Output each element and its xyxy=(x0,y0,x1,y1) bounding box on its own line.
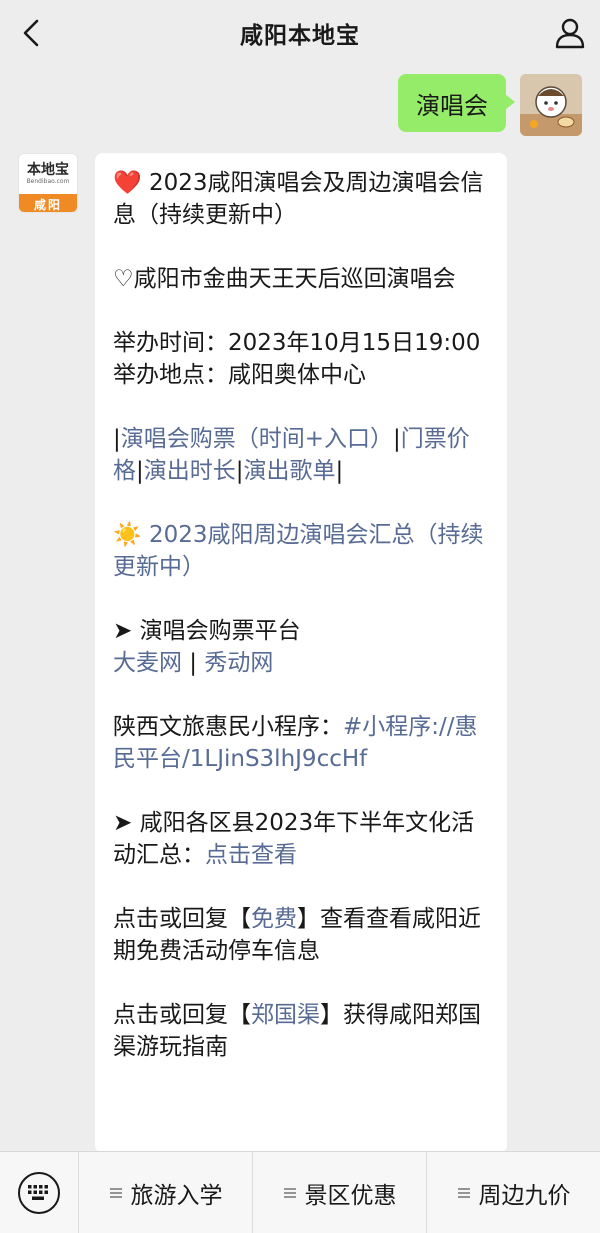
zhengguoqu-link[interactable]: 郑国渠 xyxy=(251,1002,320,1028)
miniapp-row: 陕西文旅惠民小程序：#小程序://惠民平台/1LJinS3lhJ9ccHf xyxy=(113,711,489,775)
platform-title: ➤ 演唱会购票平台 xyxy=(113,618,301,644)
menu-item-hpv-vaccine[interactable]: 周边九价 xyxy=(426,1151,600,1233)
logo-city: 咸阳 xyxy=(19,194,77,212)
concert-name: ♡咸阳市金曲天王天后巡回演唱会 xyxy=(113,266,456,292)
separator: | xyxy=(235,458,244,484)
songs-link[interactable]: 演出歌单 xyxy=(244,458,336,484)
miniapp-label: 陕西文旅惠民小程序： xyxy=(113,714,343,740)
back-button[interactable] xyxy=(14,16,48,50)
menu-item-label: 旅游入学 xyxy=(130,1182,223,1209)
menu-lines-icon xyxy=(457,1186,471,1200)
separator: | xyxy=(136,458,144,484)
person-icon xyxy=(555,18,585,49)
user-message-bubble[interactable]: 演唱会 xyxy=(398,74,515,132)
message-title: ❤️ 2023咸阳演唱会及周边演唱会信息（持续更新中） xyxy=(113,167,489,231)
menu-item-label: 景区优惠 xyxy=(304,1182,397,1209)
keyboard-icon xyxy=(18,1171,60,1214)
districts-link[interactable]: 点击查看 xyxy=(205,842,297,868)
logo-brand: 本地宝 xyxy=(27,162,69,178)
districts-row: ➤ 咸阳各区县2023年下半年文化活动汇总：点击查看 xyxy=(113,807,489,871)
summary-link[interactable]: 2023咸阳周边演唱会汇总（持续更新中） xyxy=(113,522,484,580)
ticket-platforms: ➤ 演唱会购票平台 大麦网 | 秀动网 xyxy=(113,615,489,679)
menu-item-label: 周边九价 xyxy=(478,1182,571,1209)
cartoon-avatar-icon xyxy=(520,74,582,136)
message-title-text: 2023咸阳演唱会及周边演唱会信息（持续更新中） xyxy=(113,170,484,228)
menu-lines-icon xyxy=(283,1186,297,1200)
sun-emoji-icon: ☀️ xyxy=(113,522,142,548)
chat-header: 咸阳本地宝 xyxy=(0,0,600,66)
menu-item-scenic-discounts[interactable]: 景区优惠 xyxy=(252,1151,426,1233)
bot-message-bubble: ❤️ 2023咸阳演唱会及周边演唱会信息（持续更新中） ♡咸阳市金曲天王天后巡回… xyxy=(95,153,507,1153)
concert-links: |演唱会购票（时间+入口）|门票价格|演出时长|演出歌单| xyxy=(113,423,489,487)
logo-site: Bendibao.com xyxy=(26,178,70,185)
user-message-text: 演唱会 xyxy=(416,91,488,120)
menu-lines-icon xyxy=(109,1186,123,1200)
zgq-pre-text: 点击或回复【 xyxy=(113,1002,251,1028)
concert-place: 举办地点：咸阳奥体中心 xyxy=(113,362,366,388)
free-pre-text: 点击或回复【 xyxy=(113,906,251,932)
chevron-left-icon xyxy=(23,19,39,47)
free-row: 点击或回复【免费】查看查看咸阳近期免费活动停车信息 xyxy=(113,903,489,967)
platform-separator: | xyxy=(182,650,205,676)
duration-link[interactable]: 演出时长 xyxy=(144,458,236,484)
separator: | xyxy=(335,458,344,484)
bendibao-logo: 本地宝 Bendibao.com xyxy=(19,154,77,194)
concert-time: 举办时间：2023年10月15日19:00 xyxy=(113,330,481,356)
official-account-avatar[interactable]: 本地宝 Bendibao.com 咸阳 xyxy=(18,153,78,213)
damai-link[interactable]: 大麦网 xyxy=(113,650,182,676)
separator: | xyxy=(113,426,121,452)
profile-button[interactable] xyxy=(552,14,588,52)
menu-item-travel-school[interactable]: 旅游入学 xyxy=(78,1151,252,1233)
platform-links: 大麦网 | 秀动网 xyxy=(113,647,489,679)
chat-title: 咸阳本地宝 xyxy=(240,23,360,49)
bottom-menu-bar: 旅游入学 景区优惠 周边九价 xyxy=(0,1151,600,1233)
free-link[interactable]: 免费 xyxy=(251,906,297,932)
separator: | xyxy=(393,426,401,452)
xiudong-link[interactable]: 秀动网 xyxy=(204,650,273,676)
heart-emoji-icon: ❤️ xyxy=(113,170,142,196)
user-avatar[interactable] xyxy=(520,74,582,136)
concert-info: 举办时间：2023年10月15日19:00 举办地点：咸阳奥体中心 xyxy=(113,327,489,391)
zhengguoqu-row: 点击或回复【郑国渠】获得咸阳郑国渠游玩指南 xyxy=(113,999,489,1063)
keyboard-toggle-button[interactable] xyxy=(0,1152,78,1233)
summary-link-row[interactable]: ☀️ 2023咸阳周边演唱会汇总（持续更新中） xyxy=(113,519,489,583)
user-message-row: 演唱会 xyxy=(398,74,582,136)
ticket-link[interactable]: 演唱会购票（时间+入口） xyxy=(121,426,393,452)
